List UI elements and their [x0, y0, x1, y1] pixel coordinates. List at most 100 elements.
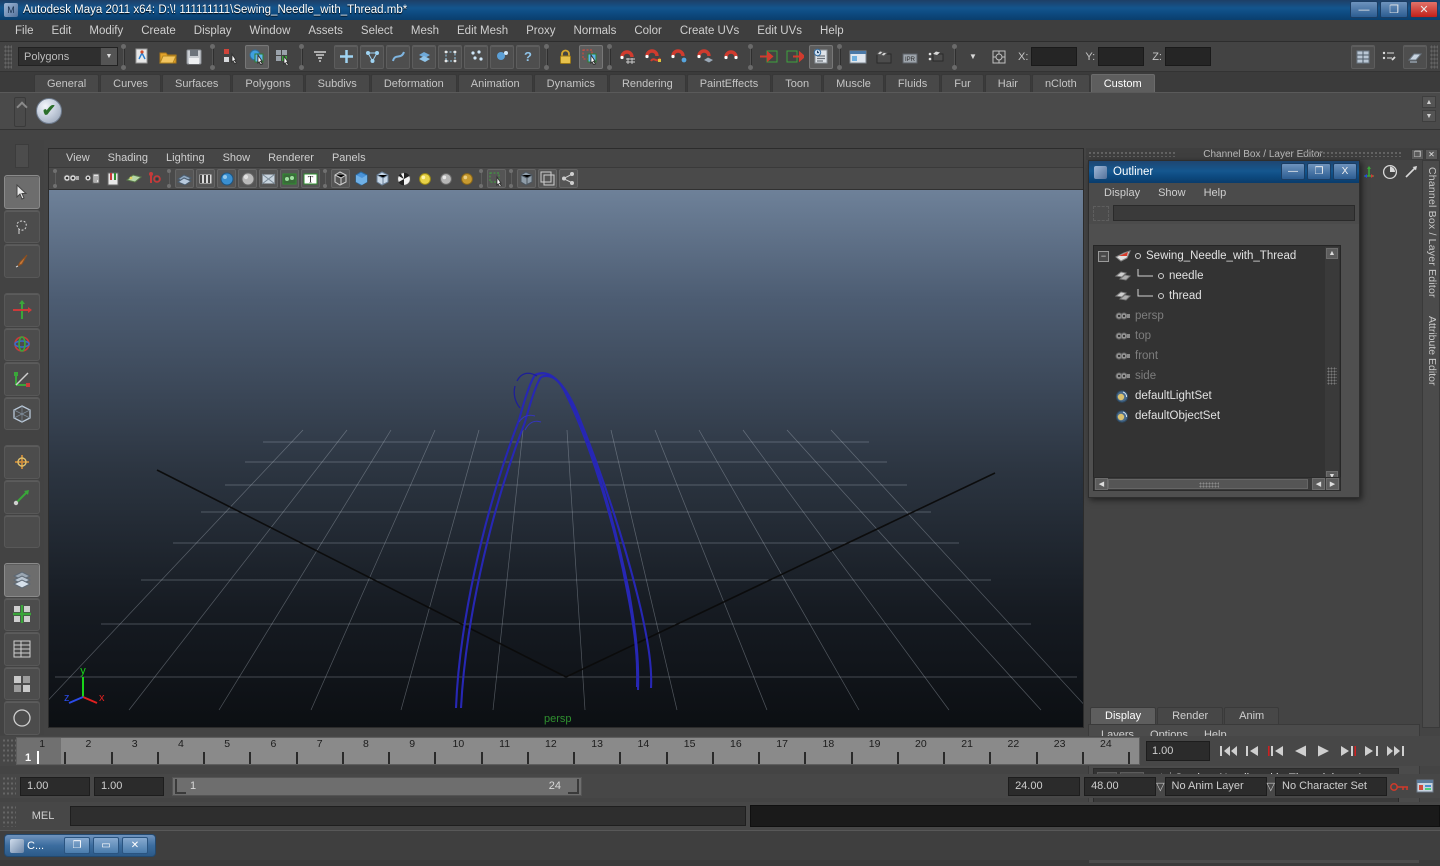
- outliner-title-bar[interactable]: Outliner — ❐ X: [1089, 161, 1359, 183]
- range-start-handle[interactable]: [175, 778, 186, 794]
- step-back-frame-button[interactable]: [1264, 740, 1288, 762]
- texture-checker-icon[interactable]: [394, 169, 413, 188]
- scale-tool[interactable]: [4, 362, 40, 396]
- layer-tab-render[interactable]: Render: [1157, 707, 1224, 724]
- output-connection-icon[interactable]: [783, 45, 807, 69]
- mel-input-field[interactable]: [70, 806, 746, 826]
- select-by-component-icon[interactable]: [271, 45, 295, 69]
- menu-assets[interactable]: Assets: [299, 23, 352, 39]
- image-plane-icon[interactable]: [124, 169, 143, 188]
- select-dynamics-icon[interactable]: [490, 44, 514, 69]
- snap-to-point-icon[interactable]: [668, 45, 692, 69]
- minimize-button[interactable]: —: [1350, 1, 1378, 18]
- last-tool-used[interactable]: [4, 514, 40, 549]
- persp-outliner-layout[interactable]: [4, 632, 40, 666]
- four-view-layout[interactable]: [4, 597, 40, 632]
- anim-layer-selector[interactable]: No Anim Layer: [1164, 776, 1267, 796]
- menu-display[interactable]: Display: [185, 23, 241, 39]
- taskbar-restore-button[interactable]: ❐: [64, 837, 90, 854]
- mask-filter-icon[interactable]: [308, 45, 332, 69]
- xray-joints-icon[interactable]: [517, 169, 536, 188]
- menu-normals[interactable]: Normals: [565, 23, 626, 39]
- toolbar-separator-6[interactable]: [748, 43, 753, 70]
- range-slider-grip[interactable]: [2, 776, 16, 796]
- filter-icon[interactable]: [1093, 205, 1109, 221]
- toolbar-separator-2[interactable]: [210, 43, 215, 70]
- play-forwards-button[interactable]: [1312, 740, 1336, 762]
- shelf-tab-muscle[interactable]: Muscle: [823, 74, 884, 92]
- time-slider-ruler[interactable]: 1 1 2 3 4 5 6 7 8 9 10 11 12 13 14 15 16 17 18 19 20 21 22 23 2…: [16, 737, 1140, 765]
- hscroll-right-icon-2[interactable]: ▶: [1326, 478, 1339, 490]
- shelf-tab-rendering[interactable]: Rendering: [608, 74, 686, 92]
- menu-help[interactable]: Help: [811, 23, 853, 39]
- viewport-sep-2[interactable]: [323, 169, 327, 188]
- channel-box-icon[interactable]: [1361, 164, 1377, 183]
- xray-icon[interactable]: [280, 169, 299, 188]
- toolbar-separator-8[interactable]: [952, 43, 957, 70]
- toolbar-separator-1[interactable]: [121, 43, 126, 70]
- attribute-editor-icon[interactable]: [1403, 164, 1419, 183]
- textured-icon[interactable]: T: [301, 169, 320, 188]
- select-camera-icon[interactable]: [61, 169, 80, 188]
- smooth-shade-flat-icon[interactable]: [373, 169, 392, 188]
- auto-key-icon[interactable]: [1387, 780, 1413, 793]
- viewport-3d-scene[interactable]: y x z persp: [49, 190, 1083, 727]
- input-connection-icon[interactable]: [757, 45, 781, 69]
- shelf-tab-ncloth[interactable]: nCloth: [1031, 74, 1090, 92]
- universal-manipulator-tool[interactable]: [4, 396, 40, 431]
- close-button[interactable]: ✕: [1410, 1, 1438, 18]
- shelf-tab-toon[interactable]: Toon: [772, 74, 823, 92]
- restore-icon[interactable]: ❐: [1411, 149, 1424, 160]
- toolbar-grip[interactable]: [4, 44, 12, 69]
- menu-proxy[interactable]: Proxy: [517, 23, 564, 39]
- channel-box-grip-right[interactable]: [1302, 151, 1402, 157]
- taskbar-minimize-button[interactable]: ▭: [93, 837, 119, 854]
- animation-end-time-field[interactable]: 48.00: [1084, 776, 1157, 796]
- outliner-search-input[interactable]: [1113, 205, 1355, 221]
- absolute-transform-icon[interactable]: [987, 45, 1011, 69]
- outliner-menu-show[interactable]: Show: [1149, 186, 1195, 200]
- attribute-settings-icon[interactable]: [1377, 45, 1401, 69]
- command-line-grip[interactable]: [2, 805, 16, 827]
- outliner-close-button[interactable]: X: [1333, 163, 1357, 180]
- character-set-selector[interactable]: No Character Set: [1275, 776, 1387, 796]
- outliner-tree[interactable]: − Sewing_Needle_with_Thread needle threa…: [1093, 245, 1341, 485]
- snap-surface-icon[interactable]: [412, 44, 436, 69]
- outliner-item-sewing-needle-with-thread[interactable]: − Sewing_Needle_with_Thread: [1094, 246, 1340, 266]
- select-tool-icon[interactable]: [334, 44, 358, 69]
- x-input-field[interactable]: [1031, 47, 1078, 66]
- toolbar-separator-5[interactable]: [607, 43, 612, 70]
- no-lights-icon[interactable]: [259, 169, 278, 188]
- select-vertex-icon[interactable]: [438, 44, 462, 69]
- menu-create[interactable]: Create: [132, 23, 185, 39]
- hscroll-thumb[interactable]: [1108, 479, 1308, 489]
- use-all-lights-icon[interactable]: [436, 169, 455, 188]
- shelf-grip[interactable]: [14, 97, 26, 127]
- shelf-tab-general[interactable]: General: [34, 74, 100, 92]
- outliner-item-persp[interactable]: persp: [1094, 306, 1340, 326]
- lasso-tool[interactable]: [4, 209, 40, 244]
- outliner-menu-help[interactable]: Help: [1195, 186, 1236, 200]
- menu-file[interactable]: File: [6, 23, 43, 39]
- side-tab-attribute-editor[interactable]: Attribute Editor: [1426, 316, 1438, 385]
- layer-tab-display[interactable]: Display: [1090, 707, 1157, 724]
- viewport-menu-panels[interactable]: Panels: [323, 151, 375, 165]
- light-shading-icon[interactable]: [457, 169, 476, 188]
- viewport-sep-0[interactable]: [53, 169, 57, 188]
- construction-history-icon[interactable]: [809, 44, 833, 69]
- animation-start-time-field[interactable]: 1.00: [20, 776, 90, 796]
- shelf-tab-polygons[interactable]: Polygons: [232, 74, 304, 92]
- render-view-icon[interactable]: [846, 45, 870, 69]
- shelf-tab-animation[interactable]: Animation: [457, 74, 533, 92]
- select-marquee-icon[interactable]: [579, 44, 603, 69]
- viewport-sep-1[interactable]: [167, 169, 171, 188]
- wireframe-icon[interactable]: [331, 169, 350, 188]
- bookmarks-icon[interactable]: [103, 169, 122, 188]
- snap-to-grid-icon[interactable]: [616, 45, 640, 69]
- show-manipulator-tool[interactable]: [4, 479, 40, 514]
- viewport-sep-3[interactable]: [479, 169, 483, 188]
- scroll-thumb[interactable]: [1327, 367, 1337, 385]
- y-input-field[interactable]: [1098, 47, 1145, 66]
- playback-end-time-field[interactable]: 24.00: [1008, 776, 1081, 796]
- shelf-tab-painteffects[interactable]: PaintEffects: [686, 74, 772, 92]
